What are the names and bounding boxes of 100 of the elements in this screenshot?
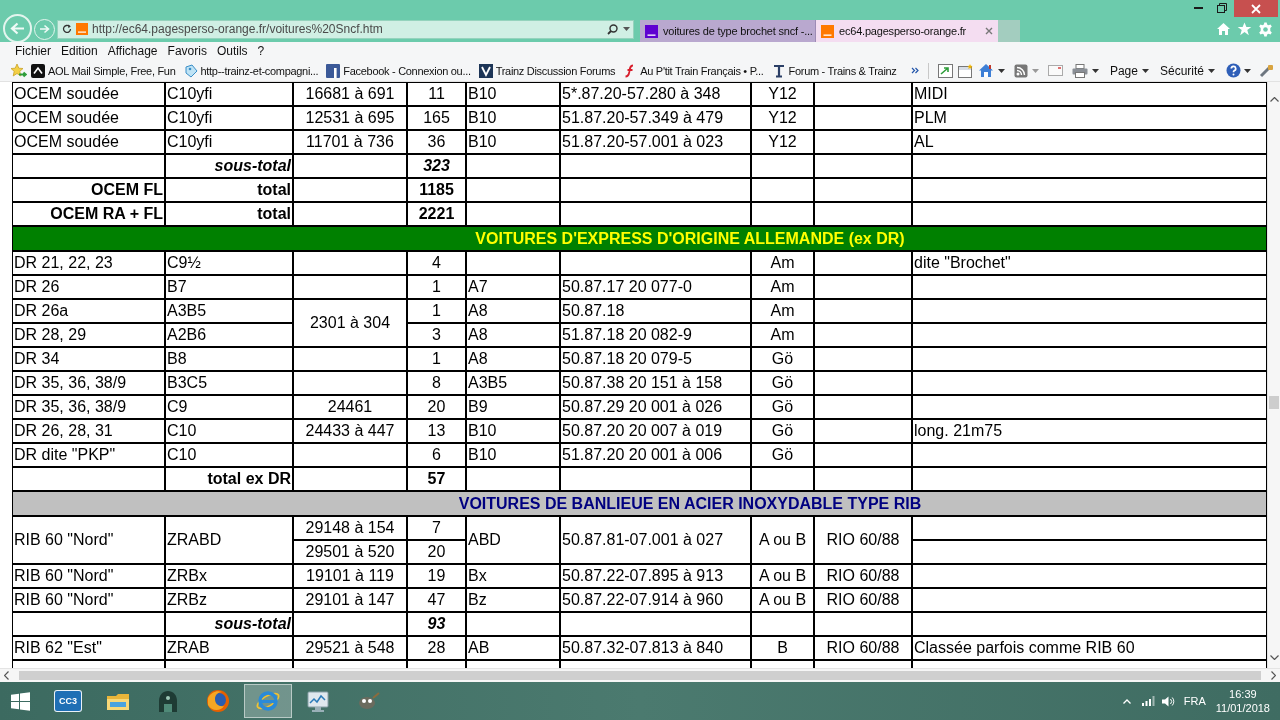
table-cell: C9½	[165, 251, 293, 275]
feed-icon[interactable]	[1013, 63, 1028, 78]
table-cell: 20	[407, 395, 466, 419]
scrollbar-thumb[interactable]	[1269, 396, 1279, 409]
table-cell: B10	[466, 106, 560, 130]
scroll-left-icon[interactable]	[4, 671, 9, 680]
home-button[interactable]	[977, 63, 1005, 78]
globe-icon[interactable]	[206, 689, 230, 713]
table-cell: 12531 à 695	[293, 106, 407, 130]
total-cell: OCEM FL	[12, 178, 165, 202]
monitor-icon[interactable]	[306, 689, 330, 713]
mascot-icon[interactable]	[356, 691, 380, 711]
beam-icon[interactable]	[771, 63, 786, 78]
favorites-link[interactable]: AOL Mail Simple, Free, Fun	[31, 63, 176, 78]
caret-icon[interactable]	[1141, 68, 1149, 73]
menu-item[interactable]: Affichage	[107, 44, 158, 58]
table-cell: 24461	[293, 395, 407, 419]
search-icon[interactable]	[607, 23, 618, 35]
table-cell: 1	[407, 347, 466, 371]
tile-icon[interactable]	[478, 63, 493, 78]
table-cell: B9	[466, 395, 560, 419]
refresh-icon[interactable]	[62, 24, 72, 34]
scroll-right-icon[interactable]	[1271, 671, 1276, 680]
caret-icon[interactable]	[1244, 68, 1251, 73]
help-button[interactable]	[1226, 63, 1251, 78]
table-cell: 11701 à 736	[293, 130, 407, 154]
table-cell: 28	[407, 636, 466, 660]
clock-date[interactable]: 11/01/2018	[1215, 701, 1270, 715]
favorites-link[interactable]: Forum - Trains & Trainz	[771, 63, 897, 78]
table-cell: OCEM soudée	[12, 106, 165, 130]
menu-item[interactable]: Fichier	[15, 44, 51, 58]
table-cell: 19	[407, 564, 466, 588]
table-cell: 29101 à 147	[293, 588, 407, 612]
url-text[interactable]: http://ec64.pagesperso-orange.fr/voitures%20Sncf.htm	[92, 22, 383, 36]
printer-icon[interactable]	[1071, 63, 1088, 78]
table-cell: B10	[466, 443, 560, 467]
restore-icon[interactable]	[1217, 3, 1227, 13]
folder-icon[interactable]	[106, 691, 130, 711]
command-menu[interactable]: Page	[1109, 63, 1149, 78]
browser-tab[interactable]: ec64.pagesperso-orange.fr	[816, 20, 998, 42]
table-cell: DR dite "PKP"	[12, 443, 165, 467]
table-cell: 3	[407, 323, 466, 347]
browser-tab[interactable]: voitures de type brochet sncf -...	[640, 20, 816, 42]
tag-icon[interactable]	[183, 63, 198, 78]
help-icon[interactable]	[1226, 63, 1241, 78]
close-icon[interactable]	[1251, 3, 1261, 14]
taskbar-tile-button[interactable]: CC3	[54, 690, 82, 712]
table-cell: DR 26	[12, 275, 165, 299]
table-cell: DR 26a	[12, 299, 165, 323]
table-cell: C10yfi	[165, 130, 293, 154]
favorites-link[interactable]: Au P'tit Train Français • P...	[623, 63, 764, 78]
language-indicator[interactable]: FRA	[1183, 694, 1206, 708]
menu-item[interactable]: Favoris	[167, 44, 207, 58]
star-icon[interactable]	[1237, 22, 1252, 36]
table-cell: Am	[751, 251, 814, 275]
total-cell: total ex DR	[165, 467, 293, 491]
table-cell: 19101 à 119	[293, 564, 407, 588]
table-cell: 51.87.20-57.001 à 023	[560, 130, 751, 154]
menu-item[interactable]: Edition	[61, 44, 98, 58]
double-chevron-icon[interactable]	[910, 67, 919, 74]
tools-icon[interactable]	[1259, 63, 1274, 78]
signal-icon[interactable]	[1141, 696, 1155, 706]
menu-item[interactable]: ?	[257, 44, 265, 58]
home-icon[interactable]	[977, 63, 994, 78]
close-button[interactable]	[1234, 0, 1278, 17]
section-title: VOITURES D'EXPRESS D'ORIGINE ALLEMANDE (ex DR)	[475, 229, 905, 247]
table-cell: DR 34	[12, 347, 165, 371]
mail-icon[interactable]	[1047, 65, 1063, 76]
caret-icon[interactable]	[997, 68, 1005, 73]
clock-time[interactable]: 16:39	[1229, 687, 1257, 701]
scroll-up-icon[interactable]	[1269, 97, 1279, 102]
caret-icon[interactable]	[1208, 68, 1215, 73]
star-arrow-icon[interactable]	[10, 63, 27, 78]
tile-icon[interactable]	[31, 63, 45, 78]
dome-icon[interactable]	[156, 689, 180, 713]
command-menu[interactable]: Sécurité	[1159, 63, 1215, 78]
favorites-link[interactable]: http--trainz-et-compagni...	[183, 63, 319, 78]
table-cell: 2301 à 304	[293, 299, 407, 347]
feeds-button[interactable]	[1013, 63, 1039, 78]
table-cell: ABD	[466, 516, 560, 564]
close-tab-icon[interactable]	[985, 27, 993, 35]
favorites-link[interactable]: Facebook - Connexion ou...	[326, 63, 471, 78]
chevron-up-icon[interactable]	[1122, 698, 1131, 704]
table-cell: Bx	[466, 564, 560, 588]
table-cell: Classée parfois comme RIB 60	[912, 636, 1267, 660]
print-button[interactable]	[1071, 63, 1099, 78]
table-cell: 6	[407, 443, 466, 467]
scrollbar-thumb[interactable]	[19, 671, 1261, 680]
caret-icon[interactable]	[1091, 68, 1099, 73]
favorites-link[interactable]: Trainz Discussion Forums	[478, 63, 616, 78]
start-icon[interactable]	[10, 691, 30, 711]
scroll-down-icon[interactable]	[1269, 655, 1279, 660]
tile-icon[interactable]	[326, 63, 341, 78]
speaker-icon[interactable]	[1161, 695, 1175, 707]
address-field[interactable]: http://ec64.pagesperso-orange.fr/voitures%20Sncf.htm	[57, 19, 634, 39]
menu-item[interactable]: Outils	[216, 44, 248, 58]
caret-icon[interactable]	[623, 27, 630, 31]
table-cell: B3C5	[165, 371, 293, 395]
minimize-icon[interactable]	[1193, 7, 1203, 9]
table-cell: DR 35, 36, 38/9	[12, 395, 165, 419]
